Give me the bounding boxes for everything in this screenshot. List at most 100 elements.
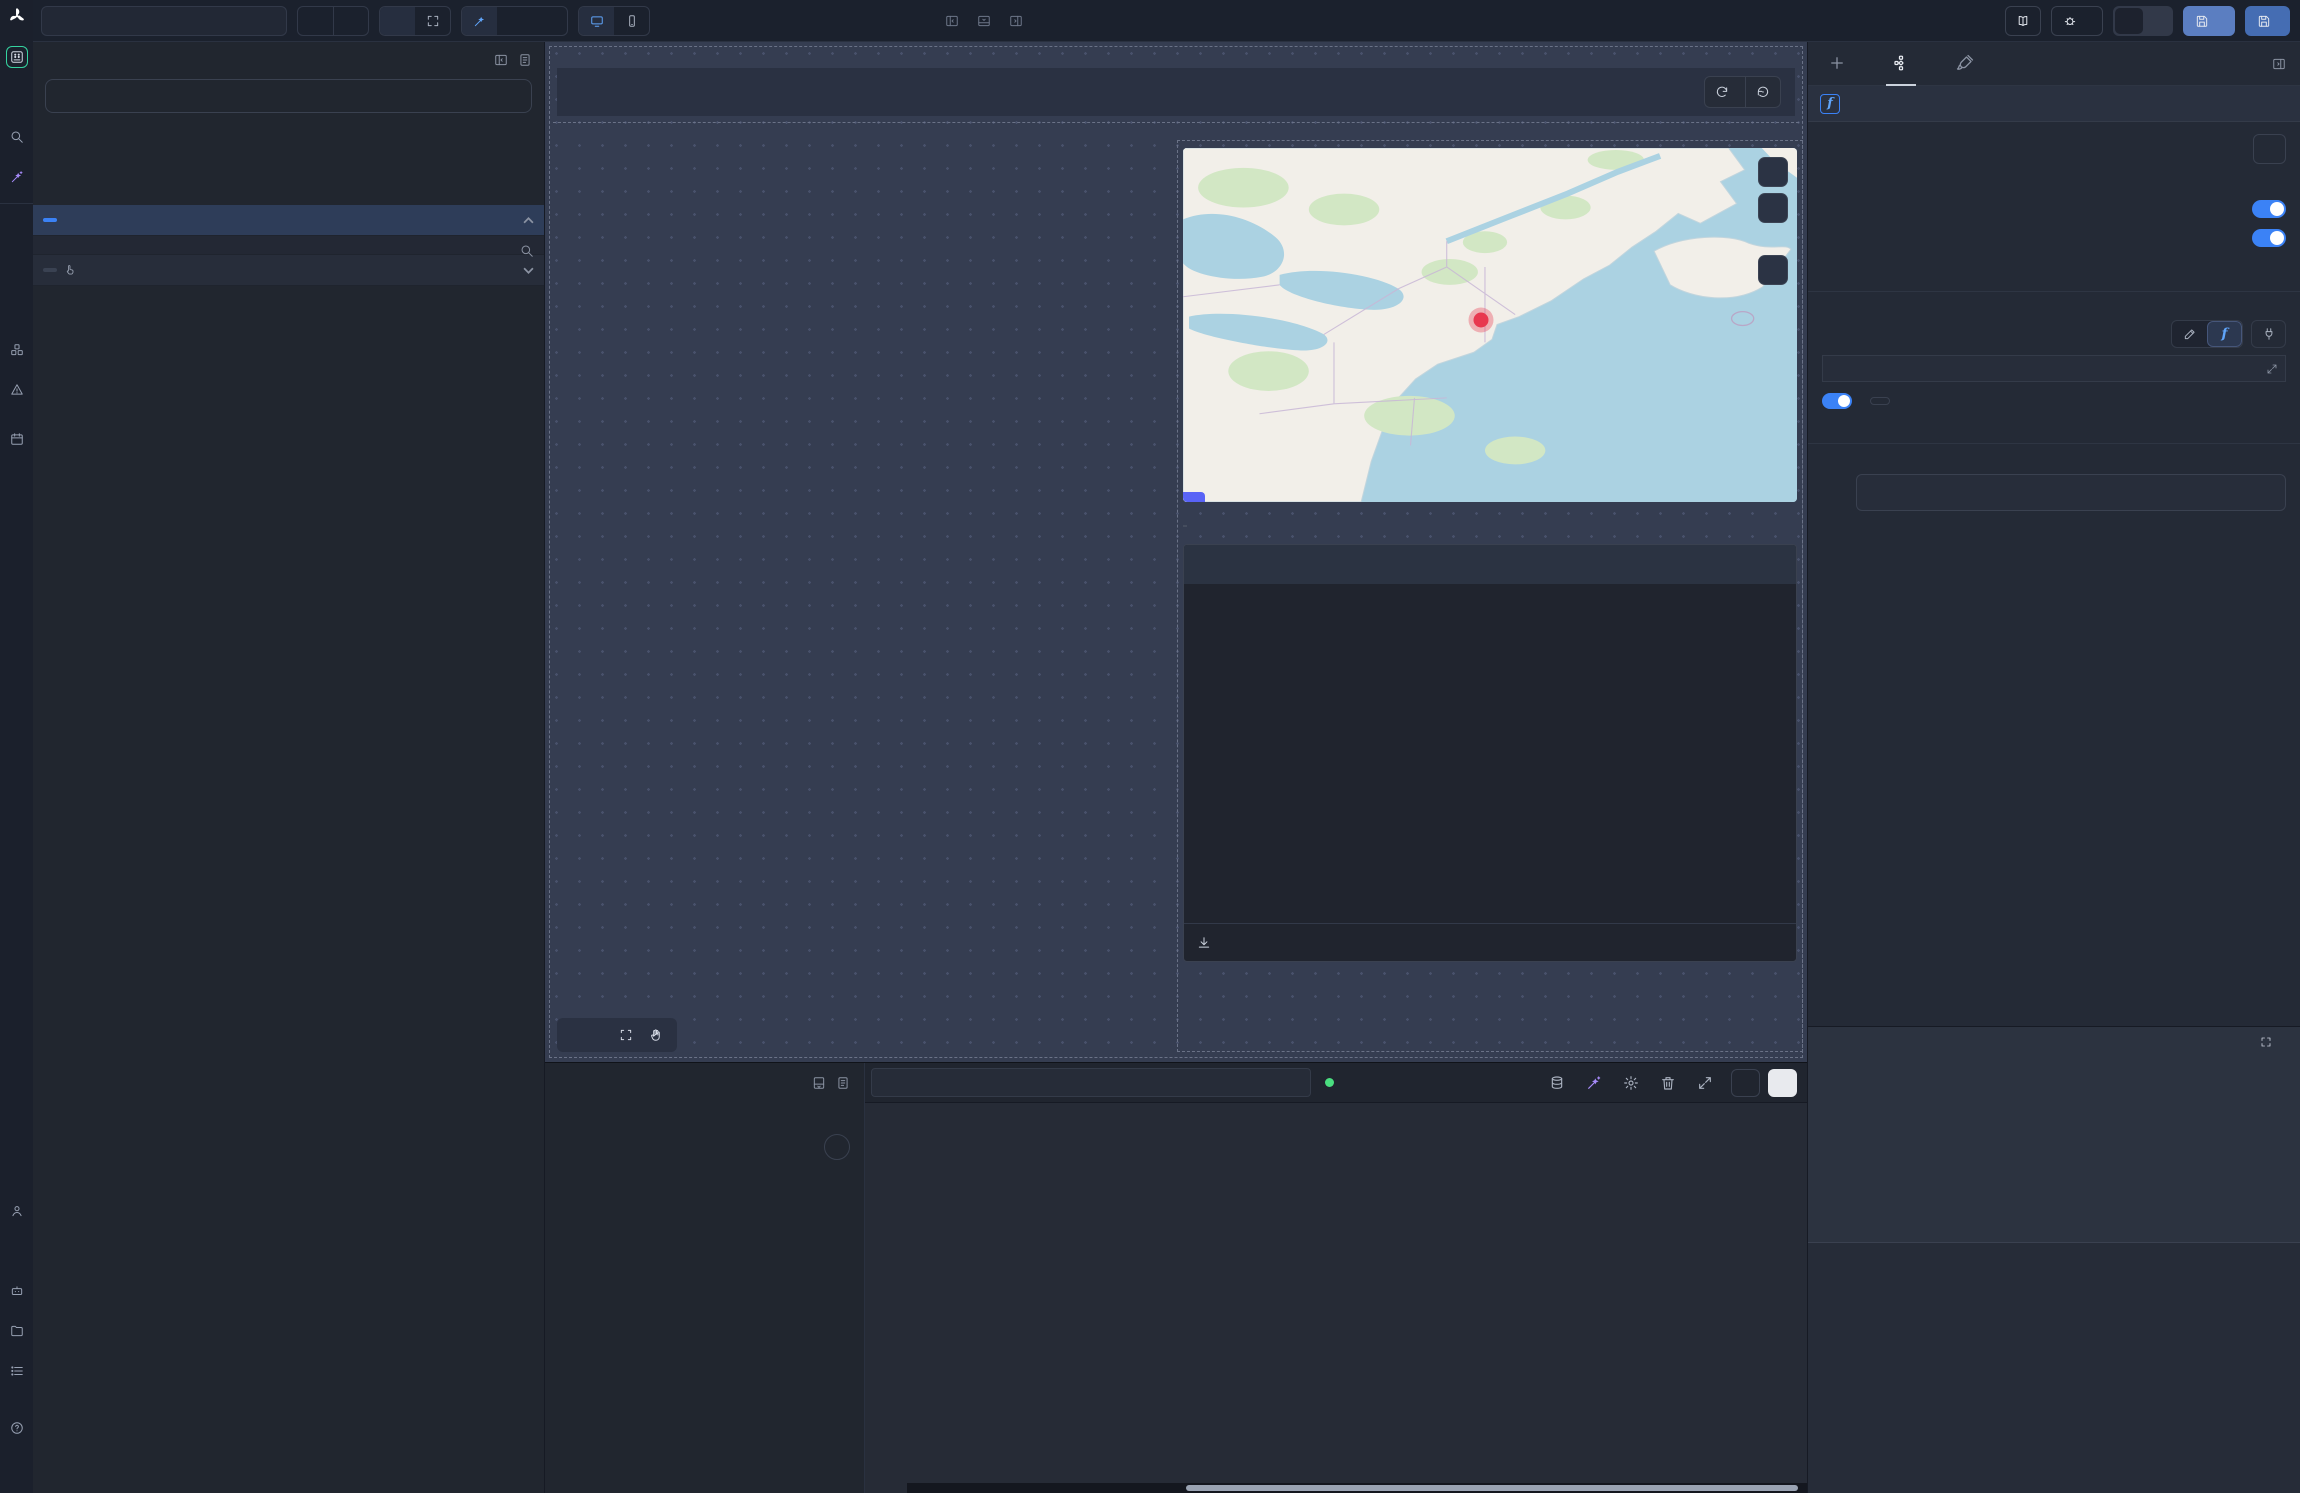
windmill-logo-icon[interactable] [8, 7, 26, 25]
recompute-toggle[interactable] [2252, 229, 2286, 247]
hand-pointer-icon[interactable] [64, 264, 76, 276]
styling-brush-tab[interactable] [1950, 42, 1980, 86]
pan-hand-icon[interactable] [649, 1028, 663, 1042]
mobile-view-icon[interactable] [614, 7, 649, 35]
collapse-panel-icon[interactable] [494, 53, 508, 67]
components-header [33, 159, 544, 171]
on-success-select[interactable] [1856, 474, 2286, 511]
input-expression-editor[interactable] [1822, 355, 2286, 382]
redo-button[interactable] [333, 7, 368, 35]
home-icon[interactable] [6, 219, 28, 241]
runs-play-icon[interactable] [6, 259, 28, 281]
markdown-component[interactable] [557, 138, 1169, 175]
help-icon[interactable] [6, 1417, 28, 1439]
theme-dark-moon-icon[interactable] [532, 7, 567, 35]
add-background-runnable-button[interactable] [824, 1134, 850, 1160]
expand-editor-icon[interactable] [1697, 1075, 1713, 1091]
toggle-bottom-panel-icon[interactable] [977, 14, 991, 28]
debug-runs-button[interactable] [2051, 6, 2103, 36]
collapse-bottom-icon[interactable] [812, 1076, 826, 1090]
resources-icon[interactable] [6, 339, 28, 361]
json-search-icon[interactable] [520, 244, 534, 258]
bg0-row[interactable] [33, 205, 544, 236]
bg1-row[interactable] [33, 255, 544, 286]
scrollbar-thumb[interactable] [1186, 1485, 1798, 1491]
user-icon[interactable] [6, 1200, 28, 1222]
toggle-right-panel-icon[interactable] [1009, 14, 1023, 28]
outputs-search[interactable] [45, 79, 532, 113]
preview-mode-tab[interactable] [2143, 8, 2171, 34]
chevron-down-icon[interactable] [523, 267, 534, 274]
editor-mode-tab[interactable] [2115, 8, 2143, 34]
workers-icon[interactable] [6, 1280, 28, 1302]
set-region-button[interactable] [1183, 492, 1205, 502]
refresh-all-button[interactable] [1705, 77, 1745, 107]
theme-auto-wand-icon[interactable] [462, 7, 497, 35]
fullscreen-toggle[interactable] [415, 7, 450, 35]
app-canvas[interactable] [545, 42, 1807, 1062]
runnable-name-input[interactable] [871, 1068, 1311, 1097]
map-component[interactable] [1183, 148, 1797, 502]
insert-component-tab[interactable] [1822, 42, 1852, 86]
run-button[interactable] [1768, 1069, 1797, 1097]
selected-runnable-header: f [1808, 86, 2300, 122]
settings-gear-icon[interactable] [6, 1240, 28, 1262]
theme-toggle-group [461, 6, 568, 36]
outputs-search-input[interactable] [58, 88, 519, 105]
apps-nav-icon[interactable] [6, 46, 28, 68]
static-pencil-icon[interactable] [2172, 321, 2207, 347]
ai-wand-icon[interactable] [6, 166, 28, 188]
expr-function-icon[interactable]: f [2207, 321, 2242, 347]
recompute-history-button[interactable] [1745, 77, 1780, 107]
collapse-right-panel-icon[interactable] [2272, 57, 2286, 71]
add-plus-icon[interactable] [6, 468, 28, 490]
schedules-calendar-icon[interactable] [6, 428, 28, 450]
search-icon[interactable] [6, 126, 28, 148]
map-basemap [1183, 148, 1797, 502]
error-handler-icon[interactable] [6, 379, 28, 401]
grid-compact-toggle[interactable] [380, 7, 415, 35]
input-mode-segment: f [2171, 320, 2243, 348]
delete-trash-icon[interactable] [1660, 1075, 1676, 1091]
map-recenter-button[interactable] [1758, 255, 1788, 285]
variables-dollar-icon[interactable] [6, 299, 28, 321]
status-dot [1325, 1078, 1334, 1087]
horizontal-scrollbar[interactable] [907, 1483, 1807, 1493]
add-transformer-button[interactable] [2253, 134, 2286, 164]
expand-logs-icon[interactable] [2260, 1036, 2272, 1048]
map-zoom-in-button[interactable] [1758, 157, 1788, 187]
logout-arrow-icon[interactable] [6, 1457, 28, 1479]
format-button[interactable] [1731, 1069, 1760, 1097]
doc-panel-icon[interactable] [518, 53, 532, 67]
settings-gear-icon[interactable] [1623, 1075, 1639, 1091]
connect-plug-icon[interactable] [2251, 320, 2286, 348]
desktop-view-icon[interactable] [579, 7, 614, 35]
doc-icon[interactable] [836, 1076, 850, 1090]
expand-expr-icon[interactable] [2266, 363, 2285, 375]
save-draft-button[interactable] [2183, 6, 2235, 36]
outputs-panel [33, 42, 545, 1493]
reeval-toggle[interactable] [1822, 393, 1852, 409]
audit-list-icon[interactable] [6, 1360, 28, 1382]
map-zoom-out-button[interactable] [1758, 193, 1788, 223]
toggle-left-panel-icon[interactable] [945, 14, 959, 28]
canvas-zoom-controls [557, 1018, 677, 1052]
folders-icon[interactable] [6, 1320, 28, 1342]
favorites-star-icon[interactable] [6, 86, 28, 108]
code-area[interactable] [865, 1103, 1807, 1493]
ai-assistant-wand-icon[interactable] [1586, 1075, 1602, 1091]
run-on-start-toggle[interactable] [2252, 200, 2286, 218]
undo-button[interactable] [298, 7, 333, 35]
canvas-topbar-container[interactable] [557, 68, 1795, 116]
component-settings-tab[interactable] [1886, 42, 1916, 86]
runnables-panel [545, 1063, 865, 1493]
docs-book-button[interactable] [2005, 6, 2041, 36]
chevron-up-icon[interactable] [523, 217, 534, 224]
download-icon[interactable] [1197, 936, 1211, 950]
reeval-dep-chip[interactable] [1870, 397, 1890, 405]
fit-view-icon[interactable] [619, 1028, 633, 1042]
deploy-button[interactable] [2245, 6, 2290, 36]
theme-light-sun-icon[interactable] [497, 7, 532, 35]
cache-db-icon[interactable] [1549, 1075, 1565, 1091]
app-title-input[interactable] [41, 6, 287, 36]
